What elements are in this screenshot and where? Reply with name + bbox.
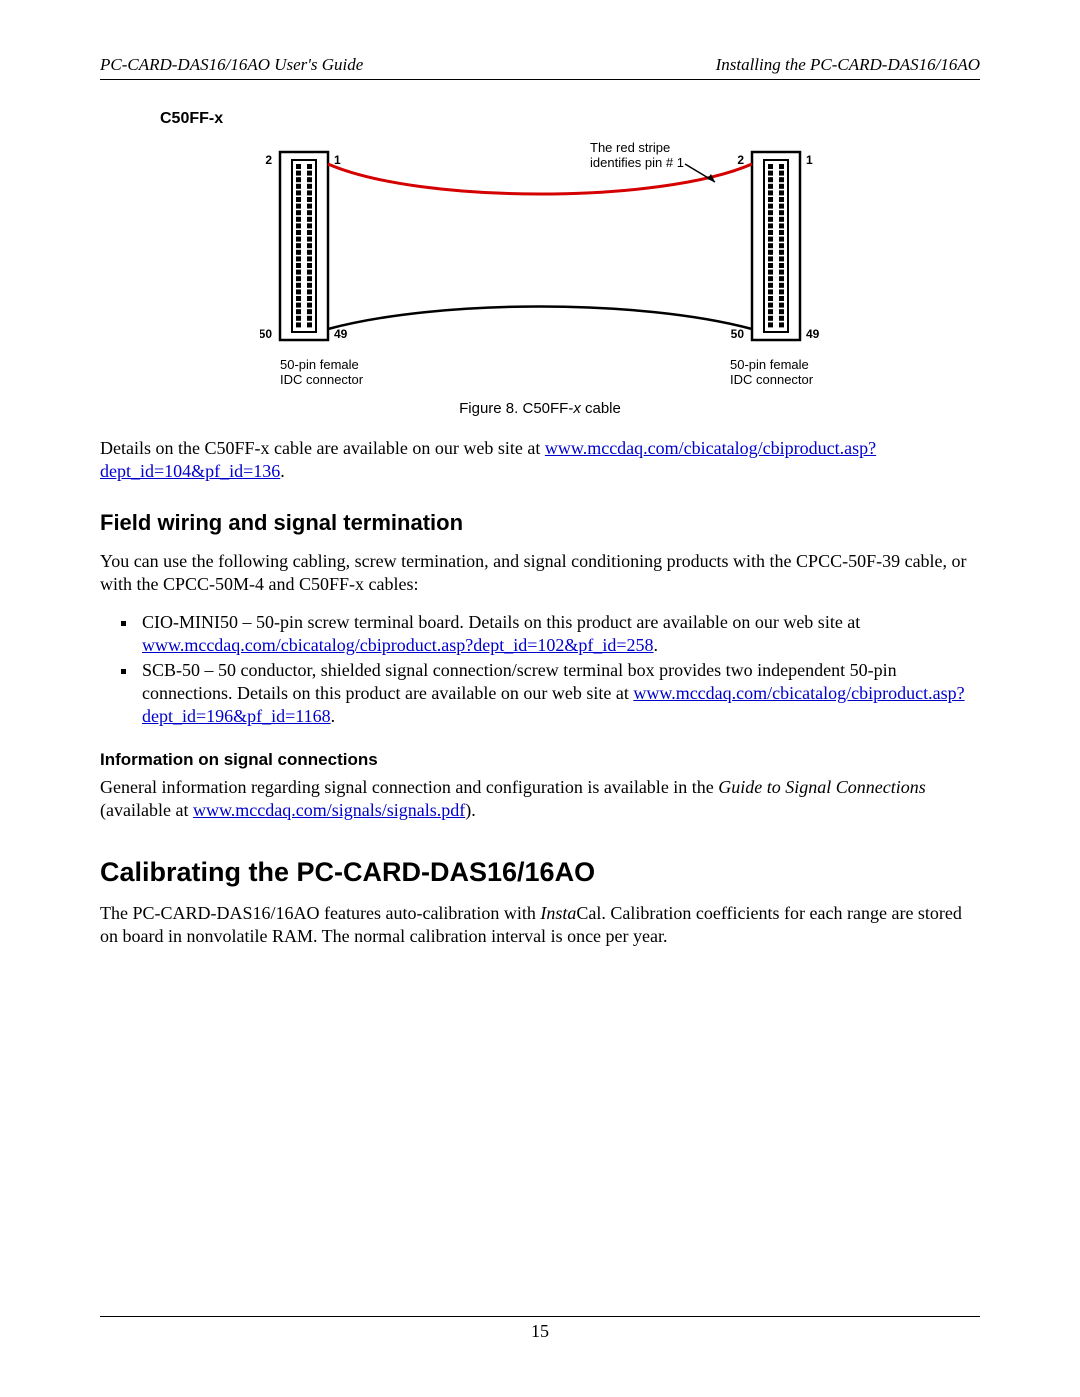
page-number: 15 xyxy=(0,1321,1080,1342)
right-conn-l1: 50-pin female xyxy=(730,357,809,372)
caption-prefix: Figure 8. C50FF- xyxy=(459,400,573,417)
page: PC-CARD-DAS16/16AO User's Guide Installi… xyxy=(0,0,1080,1397)
para3-i: Guide to Signal Connections xyxy=(718,777,925,797)
header-rule xyxy=(100,79,980,80)
figure-caption: Figure 8. C50FF-x cable xyxy=(100,400,980,417)
red-stripe xyxy=(328,164,752,194)
bullet-cio-mini50: CIO-MINI50 – 50-pin screw terminal board… xyxy=(138,611,980,657)
left-conn-l1: 50-pin female xyxy=(280,357,359,372)
left-pin-50: 50 xyxy=(260,327,272,341)
right-pin-50: 50 xyxy=(731,327,745,341)
left-conn-l2: IDC connector xyxy=(280,372,364,387)
left-pin-1: 1 xyxy=(334,153,341,167)
para-field-intro: You can use the following cabling, screw… xyxy=(100,550,980,595)
bullet-scb-50: SCB-50 – 50 conductor, shielded signal c… xyxy=(138,659,980,728)
heading-calibrating: Calibrating the PC-CARD-DAS16/16AO xyxy=(100,857,980,888)
stripe-label-1: The red stripe xyxy=(590,140,670,155)
footer-rule xyxy=(100,1316,980,1317)
para3-c: ). xyxy=(465,800,476,820)
para3-a: General information regarding signal con… xyxy=(100,777,718,797)
running-header: PC-CARD-DAS16/16AO User's Guide Installi… xyxy=(100,55,980,75)
b1-a: CIO-MINI50 – 50-pin screw terminal board… xyxy=(142,612,860,632)
product-list: CIO-MINI50 – 50-pin screw terminal board… xyxy=(100,611,980,728)
cable-diagram-wrap: The red stripe identifies pin # 1 2 1 50… xyxy=(100,134,980,394)
left-pin-49: 49 xyxy=(334,327,348,341)
para4-i: Insta xyxy=(540,903,576,923)
para-signal-info: General information regarding signal con… xyxy=(100,776,980,821)
link-cio-mini50[interactable]: www.mccdaq.com/cbicatalog/cbiproduct.asp… xyxy=(142,635,654,655)
header-left: PC-CARD-DAS16/16AO User's Guide xyxy=(100,55,363,75)
right-pin-1: 1 xyxy=(806,153,813,167)
cable-diagram: The red stripe identifies pin # 1 2 1 50… xyxy=(260,134,820,394)
figure-title: C50FF-x xyxy=(160,110,980,128)
cable-bottom xyxy=(328,307,752,330)
right-pin-49: 49 xyxy=(806,327,820,341)
link-signals-pdf[interactable]: www.mccdaq.com/signals/signals.pdf xyxy=(193,800,465,820)
heading-info-signal: Information on signal connections xyxy=(100,750,980,770)
para3-b: (available at xyxy=(100,800,193,820)
right-conn-l2: IDC connector xyxy=(730,372,814,387)
para1-b: . xyxy=(280,461,285,481)
stripe-label-2: identifies pin # 1 xyxy=(590,155,684,170)
caption-italic: x xyxy=(573,400,581,417)
para1-a: Details on the C50FF-x cable are availab… xyxy=(100,438,545,458)
b1-b: . xyxy=(654,635,659,655)
para4-a: The PC-CARD-DAS16/16AO features auto-cal… xyxy=(100,903,540,923)
b2-b: . xyxy=(331,706,336,726)
caption-suffix: cable xyxy=(581,400,621,417)
para-details: Details on the C50FF-x cable are availab… xyxy=(100,437,980,482)
right-pin-2: 2 xyxy=(737,153,744,167)
left-pin-2: 2 xyxy=(265,153,272,167)
header-right: Installing the PC-CARD-DAS16/16AO xyxy=(716,55,980,75)
heading-field-wiring: Field wiring and signal termination xyxy=(100,510,980,536)
para-calibrating: The PC-CARD-DAS16/16AO features auto-cal… xyxy=(100,902,980,947)
